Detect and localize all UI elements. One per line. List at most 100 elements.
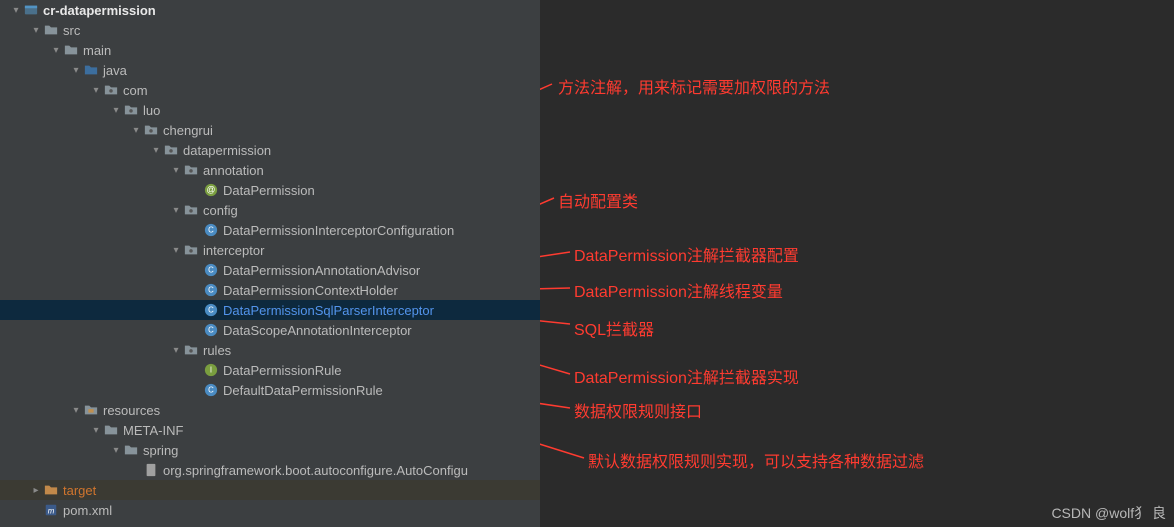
tree-node-folder[interactable]: ▾ main (0, 40, 540, 60)
tree-node-annotation[interactable]: ▾ @ DataPermission (0, 180, 540, 200)
chevron-down-icon: ▾ (170, 164, 182, 176)
chevron-down-icon: ▾ (90, 84, 102, 96)
chevron-down-icon: ▾ (170, 244, 182, 256)
chevron-right-icon: ▸ (30, 484, 42, 496)
svg-text:C: C (208, 286, 214, 295)
tree-node-class[interactable]: ▾ C DataPermissionContextHolder (0, 280, 540, 300)
tree-label: cr-datapermission (43, 3, 156, 18)
tree-label: datapermission (183, 143, 271, 158)
tree-node-module[interactable]: ▾ cr-datapermission (0, 0, 540, 20)
tree-label: spring (143, 443, 178, 458)
tree-label: chengrui (163, 123, 213, 138)
annotation-text: 默认数据权限规则实现，可以支持各种数据过滤 (588, 448, 924, 472)
tree-label: DataPermissionAnnotationAdvisor (223, 263, 420, 278)
maven-icon: m (43, 502, 59, 518)
tree-node-package[interactable]: ▾ luo (0, 100, 540, 120)
tree-node-package[interactable]: ▾ interceptor (0, 240, 540, 260)
tree-label: src (63, 23, 80, 38)
tree-node-maven-file[interactable]: ▾ m pom.xml (0, 500, 540, 520)
tree-label: luo (143, 103, 160, 118)
chevron-down-icon: ▾ (70, 64, 82, 76)
tree-node-package[interactable]: ▾ datapermission (0, 140, 540, 160)
annotation-text: DataPermission注解拦截器配置 (574, 242, 799, 266)
package-icon (143, 122, 159, 138)
tree-node-folder[interactable]: ▾ META-INF (0, 420, 540, 440)
chevron-down-icon: ▾ (150, 144, 162, 156)
editor-panel: 方法注解，用来标记需要加权限的方法 自动配置类 DataPermission注解… (540, 0, 1174, 527)
folder-icon (63, 42, 79, 58)
module-icon (23, 2, 39, 18)
svg-text:C: C (208, 326, 214, 335)
tree-node-target-folder[interactable]: ▸ target (0, 480, 540, 500)
class-icon: C (203, 262, 219, 278)
svg-text:C: C (208, 266, 214, 275)
tree-label: java (103, 63, 127, 78)
tree-label: annotation (203, 163, 264, 178)
tree-node-package[interactable]: ▾ rules (0, 340, 540, 360)
tree-label: com (123, 83, 148, 98)
package-icon (103, 82, 119, 98)
tree-node-package[interactable]: ▾ annotation (0, 160, 540, 180)
svg-text:m: m (48, 507, 55, 516)
svg-text:C: C (208, 226, 214, 235)
package-icon (183, 342, 199, 358)
annotation-text: 数据权限规则接口 (574, 398, 702, 422)
chevron-down-icon: ▾ (170, 344, 182, 356)
annotation-text: 方法注解，用来标记需要加权限的方法 (558, 74, 830, 98)
source-folder-icon (83, 62, 99, 78)
annotation-text: DataPermission注解拦截器实现 (574, 364, 799, 388)
tree-label: DataPermissionSqlParserInterceptor (223, 303, 434, 318)
tree-node-folder[interactable]: ▾ src (0, 20, 540, 40)
class-icon: C (203, 322, 219, 338)
file-icon (143, 462, 159, 478)
tree-label: DataScopeAnnotationInterceptor (223, 323, 412, 338)
class-icon: C (203, 382, 219, 398)
tree-node-source-folder[interactable]: ▾ java (0, 60, 540, 80)
chevron-down-icon: ▾ (30, 24, 42, 36)
tree-label: DataPermissionContextHolder (223, 283, 398, 298)
tree-node-resources-folder[interactable]: ▾ resources (0, 400, 540, 420)
tree-node-class-selected[interactable]: ▾ C DataPermissionSqlParserInterceptor (0, 300, 540, 320)
tree-label: pom.xml (63, 503, 112, 518)
annotation-icon: @ (203, 182, 219, 198)
class-icon: C (203, 282, 219, 298)
package-icon (183, 162, 199, 178)
tree-label: interceptor (203, 243, 264, 258)
svg-text:I: I (210, 366, 212, 375)
resources-folder-icon (83, 402, 99, 418)
tree-node-package[interactable]: ▾ config (0, 200, 540, 220)
package-icon (163, 142, 179, 158)
interface-icon: I (203, 362, 219, 378)
tree-label: config (203, 203, 238, 218)
excluded-folder-icon (43, 482, 59, 498)
package-icon (183, 242, 199, 258)
tree-node-package[interactable]: ▾ chengrui (0, 120, 540, 140)
tree-node-class[interactable]: ▾ C DataPermissionAnnotationAdvisor (0, 260, 540, 280)
tree-label: main (83, 43, 111, 58)
chevron-down-icon: ▾ (110, 104, 122, 116)
tree-node-file[interactable]: ▾ org.springframework.boot.autoconfigure… (0, 460, 540, 480)
class-icon: C (203, 222, 219, 238)
tree-label: target (63, 483, 96, 498)
svg-text:C: C (208, 386, 214, 395)
chevron-down-icon: ▾ (110, 444, 122, 456)
tree-label: DataPermissionInterceptorConfiguration (223, 223, 454, 238)
annotation-text: 自动配置类 (558, 188, 638, 212)
chevron-down-icon: ▾ (50, 44, 62, 56)
tree-node-interface[interactable]: ▾ I DataPermissionRule (0, 360, 540, 380)
tree-node-folder[interactable]: ▾ spring (0, 440, 540, 460)
tree-label: DataPermissionRule (223, 363, 342, 378)
project-tree[interactable]: ▾ cr-datapermission ▾ src ▾ main ▾ java … (0, 0, 540, 527)
tree-node-class[interactable]: ▾ C DataScopeAnnotationInterceptor (0, 320, 540, 340)
tree-node-class[interactable]: ▾ C DataPermissionInterceptorConfigurati… (0, 220, 540, 240)
tree-label: org.springframework.boot.autoconfigure.A… (163, 463, 468, 478)
watermark-text: CSDN @wolf犭 良 (1051, 503, 1166, 523)
tree-node-class[interactable]: ▾ C DefaultDataPermissionRule (0, 380, 540, 400)
tree-node-package[interactable]: ▾ com (0, 80, 540, 100)
chevron-down-icon: ▾ (170, 204, 182, 216)
tree-label: resources (103, 403, 160, 418)
annotation-text: SQL拦截器 (574, 316, 654, 340)
annotation-text: DataPermission注解线程变量 (574, 278, 783, 302)
tree-label: DataPermission (223, 183, 315, 198)
tree-label: DefaultDataPermissionRule (223, 383, 383, 398)
